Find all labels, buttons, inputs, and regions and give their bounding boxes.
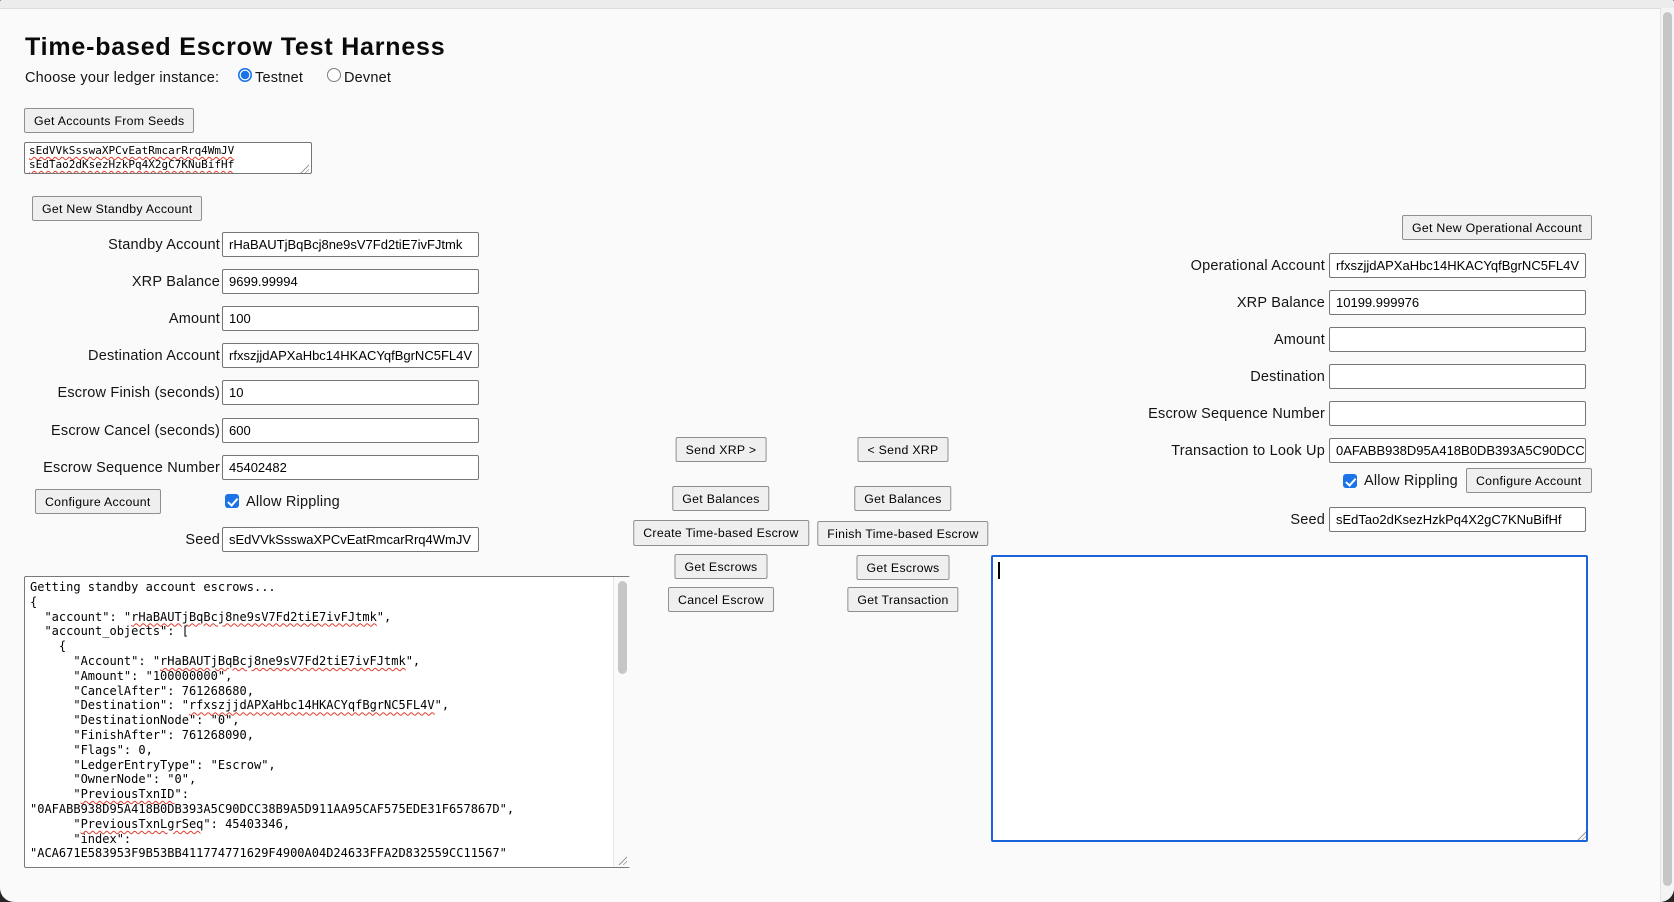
get-accounts-from-seeds-button[interactable]: Get Accounts From Seeds bbox=[24, 108, 194, 133]
send-xrp-to-operational-button[interactable]: Send XRP > bbox=[676, 437, 767, 462]
standby-amount-input[interactable]: 100 bbox=[222, 306, 479, 331]
testnet-radio[interactable] bbox=[238, 68, 252, 82]
standby-account-label: Standby Account bbox=[0, 232, 220, 257]
operational-destination-label: Destination bbox=[1040, 364, 1325, 389]
operational-allow-rippling-checkbox[interactable] bbox=[1343, 474, 1357, 488]
operational-get-balances-button[interactable]: Get Balances bbox=[854, 486, 951, 511]
transaction-to-look-up-input[interactable]: 0AFABB938D95A418B0DB393A5C90DCC38B9A5D91… bbox=[1329, 438, 1586, 463]
standby-configure-account-button[interactable]: Configure Account bbox=[35, 489, 161, 514]
operational-account-label: Operational Account bbox=[1040, 253, 1325, 278]
get-new-operational-account-button[interactable]: Get New Operational Account bbox=[1402, 215, 1592, 240]
standby-amount-label: Amount bbox=[0, 306, 220, 331]
page-scrollbar[interactable] bbox=[1660, 8, 1674, 902]
operational-escrow-sequence-input[interactable] bbox=[1329, 401, 1586, 426]
get-new-standby-account-button[interactable]: Get New Standby Account bbox=[32, 196, 202, 221]
standby-account-input[interactable]: rHaBAUTjBqBcj8ne9sV7Fd2tiE7ivFJtmk bbox=[222, 232, 479, 257]
operational-xrp-balance-label: XRP Balance bbox=[1040, 290, 1325, 315]
testnet-radio-label[interactable]: Testnet bbox=[255, 65, 303, 90]
standby-results-textarea[interactable]: Getting standby account escrows... { "ac… bbox=[24, 576, 630, 868]
standby-xrp-balance-label: XRP Balance bbox=[0, 269, 220, 294]
operational-configure-account-button[interactable]: Configure Account bbox=[1466, 468, 1592, 493]
finish-time-based-escrow-button[interactable]: Finish Time-based Escrow bbox=[817, 521, 988, 546]
seeds-textarea[interactable]: sEdVVkSsswaXPCvEatRmcarRrq4WmJV sEdTao2d… bbox=[24, 142, 312, 174]
devnet-radio-label[interactable]: Devnet bbox=[344, 65, 391, 90]
transaction-to-look-up-label: Transaction to Look Up bbox=[1040, 438, 1325, 463]
operational-amount-label: Amount bbox=[1040, 327, 1325, 352]
ledger-instance-label: Choose your ledger instance: bbox=[25, 65, 219, 90]
devnet-radio[interactable] bbox=[327, 68, 341, 82]
standby-escrow-sequence-label: Escrow Sequence Number bbox=[0, 455, 220, 480]
standby-allow-rippling-checkbox[interactable] bbox=[225, 494, 239, 508]
operational-amount-input[interactable] bbox=[1329, 327, 1586, 352]
cancel-escrow-button[interactable]: Cancel Escrow bbox=[668, 587, 774, 612]
operational-seed-label: Seed bbox=[1040, 507, 1325, 532]
escrow-finish-label: Escrow Finish (seconds) bbox=[0, 380, 220, 405]
operational-account-input[interactable]: rfxszjjdAPXaHbc14HKACYqfBgrNC5FL4V bbox=[1329, 253, 1586, 278]
standby-allow-rippling-label: Allow Rippling bbox=[246, 489, 340, 514]
escrow-finish-input[interactable]: 10 bbox=[222, 380, 479, 405]
operational-xrp-balance-input[interactable]: 10199.999976 bbox=[1329, 290, 1586, 315]
escrow-cancel-input[interactable]: 600 bbox=[222, 418, 479, 443]
standby-results-scrollbar-thumb[interactable] bbox=[618, 581, 627, 674]
window-top-strip bbox=[0, 0, 1674, 9]
standby-get-escrows-button[interactable]: Get Escrows bbox=[675, 554, 768, 579]
operational-results-textarea[interactable] bbox=[991, 555, 1588, 842]
operational-get-escrows-button[interactable]: Get Escrows bbox=[857, 555, 950, 580]
page-scrollbar-thumb[interactable] bbox=[1663, 12, 1672, 886]
standby-get-balances-button[interactable]: Get Balances bbox=[672, 486, 769, 511]
operational-allow-rippling-label: Allow Rippling bbox=[1364, 468, 1458, 493]
create-time-based-escrow-button[interactable]: Create Time-based Escrow bbox=[633, 520, 809, 546]
standby-results-scrollbar[interactable] bbox=[613, 577, 630, 867]
standby-seed-label: Seed bbox=[0, 527, 220, 552]
standby-xrp-balance-input[interactable]: 9699.99994 bbox=[222, 269, 479, 294]
operational-seed-input[interactable]: sEdTao2dKsezHzkPq4X2gC7KNuBifHf bbox=[1329, 507, 1586, 532]
standby-escrow-sequence-input[interactable]: 45402482 bbox=[222, 455, 479, 480]
page-title: Time-based Escrow Test Harness bbox=[25, 33, 445, 62]
get-transaction-button[interactable]: Get Transaction bbox=[847, 587, 958, 612]
operational-destination-input[interactable] bbox=[1329, 364, 1586, 389]
escrow-test-harness-page: Time-based Escrow Test Harness Choose yo… bbox=[0, 0, 1674, 902]
standby-destination-label: Destination Account bbox=[0, 343, 220, 368]
operational-escrow-sequence-label: Escrow Sequence Number bbox=[1040, 401, 1325, 426]
standby-destination-input[interactable]: rfxszjjdAPXaHbc14HKACYqfBgrNC5FL4V bbox=[222, 343, 479, 368]
send-xrp-to-standby-button[interactable]: < Send XRP bbox=[857, 437, 948, 462]
standby-seed-input[interactable]: sEdVVkSsswaXPCvEatRmcarRrq4WmJV bbox=[222, 527, 479, 552]
text-caret bbox=[998, 562, 1000, 579]
escrow-cancel-label: Escrow Cancel (seconds) bbox=[0, 418, 220, 443]
